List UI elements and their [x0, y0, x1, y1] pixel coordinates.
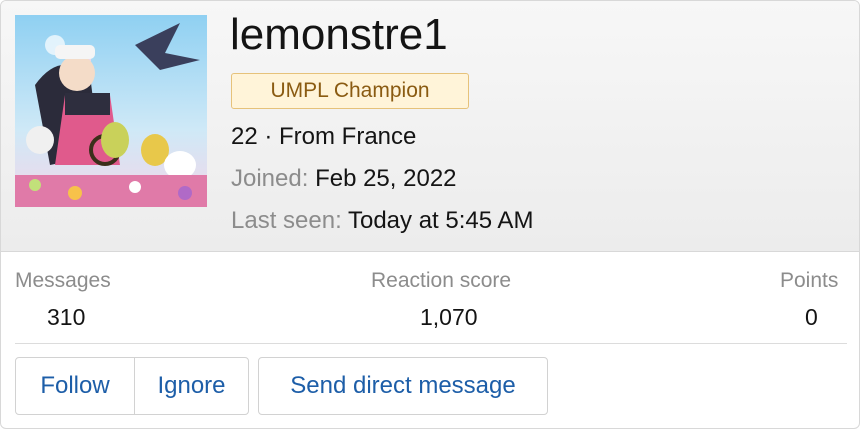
stat-value-reaction-score[interactable]: 1,070: [420, 302, 478, 332]
last-seen-info: Last seen: Today at 5:45 AM: [231, 206, 533, 236]
stat-value-messages[interactable]: 310: [47, 302, 85, 332]
last-seen-label: Last seen:: [231, 207, 342, 234]
stat-label-points: Points: [780, 269, 839, 292]
stat-label-reaction-score: Reaction score: [371, 269, 512, 292]
follow-button[interactable]: Follow: [16, 358, 135, 414]
stat-label-messages: Messages: [15, 269, 111, 292]
joined-value: Feb 25, 2022: [315, 165, 457, 192]
avatar[interactable]: [15, 15, 207, 207]
stat-value-points[interactable]: 0: [805, 302, 818, 332]
joined-label: Joined:: [231, 165, 309, 192]
stats-divider: [15, 343, 847, 344]
user-title-badge: UMPL Champion: [231, 73, 469, 109]
username[interactable]: lemonstre1: [230, 7, 448, 63]
age-location: 22 · From France: [231, 123, 417, 150]
avatar-image: [15, 15, 207, 207]
member-card: lemonstre1 UMPL Champion 22 · From Franc…: [0, 0, 860, 429]
joined-info: Joined: Feb 25, 2022: [231, 164, 457, 194]
follow-ignore-group: Follow Ignore: [15, 357, 249, 415]
ignore-button[interactable]: Ignore: [135, 358, 248, 414]
send-direct-message-button[interactable]: Send direct message: [258, 357, 548, 415]
member-header: lemonstre1 UMPL Champion 22 · From Franc…: [1, 1, 859, 252]
last-seen-value: Today at 5:45 AM: [347, 207, 534, 234]
